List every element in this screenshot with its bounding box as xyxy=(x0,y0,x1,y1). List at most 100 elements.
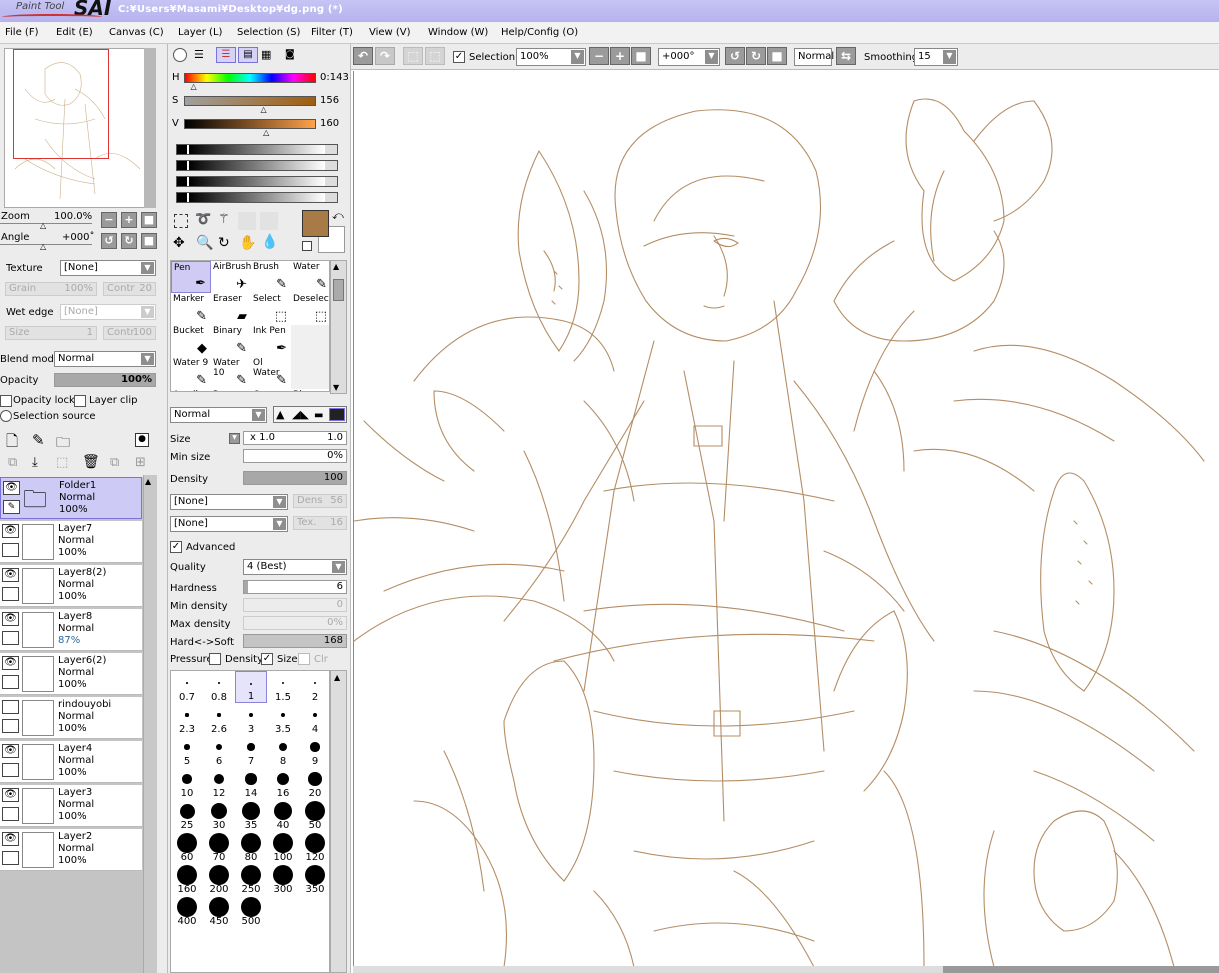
brush-size-preset[interactable]: 4 xyxy=(299,703,331,735)
rotate-right-button[interactable]: ↻ xyxy=(121,233,137,249)
brush-shape-round-icon[interactable]: ◢◣ xyxy=(292,408,309,421)
tool-pen[interactable]: Pen ✒ xyxy=(171,261,211,293)
zoom-select[interactable]: 100% ▼ xyxy=(516,48,586,66)
brush-size-multiplier-button[interactable]: ▼ xyxy=(229,433,240,444)
tool-brush[interactable]: Brush ✎ xyxy=(251,261,291,293)
wetedge-contrast-slider[interactable]: Contr 100 xyxy=(103,326,156,340)
tool-select[interactable]: Select ⬚ xyxy=(251,293,291,325)
intermediate-color-tab-icon[interactable]: ▦ xyxy=(261,48,279,62)
brush-blend-mode-select[interactable]: Normal ▼ xyxy=(170,407,267,423)
brush-size-preset[interactable]: 10 xyxy=(171,767,203,799)
brush-size-preset[interactable]: 1 xyxy=(235,671,267,703)
visibility-eye-icon[interactable]: 👁 xyxy=(2,524,19,538)
layer-row[interactable]: 👁 Layer8(2) Normal 100% xyxy=(0,565,142,607)
layer-link-toggle[interactable] xyxy=(2,675,19,689)
wetedge-size-slider[interactable]: Size 1 xyxy=(5,326,97,340)
selection-visible-checkbox[interactable]: ✓ xyxy=(453,51,465,63)
menu-filter[interactable]: Filter (T) xyxy=(311,27,353,38)
visibility-eye-icon[interactable]: 👁 xyxy=(2,832,19,846)
layer-properties-icon[interactable]: ⊞ xyxy=(135,455,146,470)
hard-soft-slider[interactable]: 168 xyxy=(243,634,347,648)
brush-shape-selector[interactable]: ▲ ◢◣ ▬ xyxy=(273,406,347,423)
visibility-eye-icon[interactable]: 👁 xyxy=(2,568,19,582)
gray-swatch-row-3[interactable] xyxy=(176,176,338,187)
brush-size-preset[interactable]: 1.5 xyxy=(267,671,299,703)
brush-size-preset[interactable]: 2.3 xyxy=(171,703,203,735)
layer-row[interactable]: 👁 Layer2 Normal 100% xyxy=(0,829,142,871)
menu-edit[interactable]: Edit (E) xyxy=(56,27,93,38)
brush-size-preset[interactable]: 8 xyxy=(267,735,299,767)
brush-size-slider[interactable]: x 1.0 1.0 xyxy=(243,431,347,445)
navigator-preview[interactable] xyxy=(4,48,156,208)
tool-ol-water[interactable]: Ol Water ✎ xyxy=(251,357,291,389)
layer-clip-checkbox[interactable] xyxy=(74,395,86,407)
brush-size-preset[interactable]: 500 xyxy=(235,895,267,927)
primary-color-swatch[interactable] xyxy=(302,210,329,237)
wetedge-select[interactable]: [None] ▼ xyxy=(60,304,156,320)
visibility-eye-icon[interactable]: 👁 xyxy=(2,612,19,626)
move-icon[interactable]: ✥ xyxy=(173,235,185,251)
brush-size-preset[interactable]: 70 xyxy=(203,831,235,863)
layer-link-toggle[interactable] xyxy=(2,587,19,601)
angle-select[interactable]: +000° ▼ xyxy=(658,48,720,66)
brush-size-preset[interactable]: 160 xyxy=(171,863,203,895)
brush-size-preset[interactable]: 400 xyxy=(171,895,203,927)
opacity-slider[interactable]: 100% xyxy=(54,373,156,387)
tool-binary[interactable]: Binary ✎ xyxy=(211,325,251,357)
pressure-density-checkbox[interactable] xyxy=(209,653,221,665)
brush-size-preset[interactable]: 2 xyxy=(299,671,331,703)
brush-size-preset[interactable]: 100 xyxy=(267,831,299,863)
max-density-slider[interactable]: 0% xyxy=(243,616,347,630)
toolbar-zoom-in-button[interactable]: + xyxy=(610,47,630,65)
menu-layer[interactable]: Layer (L) xyxy=(178,27,222,38)
menu-window[interactable]: Window (W) xyxy=(428,27,488,38)
layer-row[interactable]: 👁 Layer7 Normal 100% xyxy=(0,521,142,563)
layer-link-toggle[interactable] xyxy=(2,851,19,865)
tool-water-10[interactable]: Water 10 ✎ xyxy=(211,357,251,389)
canvas-horizontal-scrollbar[interactable] xyxy=(353,966,1219,973)
view-mode-select[interactable]: Normal xyxy=(794,48,834,66)
hand-icon[interactable]: ✋ xyxy=(239,235,256,251)
brush-texture-density-slider[interactable]: Dens 56 xyxy=(293,494,347,508)
brush-shape-square-icon[interactable] xyxy=(329,408,345,421)
layer-row[interactable]: 👁 Layer6(2) Normal 100% xyxy=(0,653,142,695)
toolbar-zoom-reset-button[interactable]: ■ xyxy=(631,47,651,65)
menu-selection[interactable]: Selection (S) xyxy=(237,27,300,38)
canvas-scroll-thumb[interactable] xyxy=(943,966,1219,973)
layer-link-toggle[interactable] xyxy=(2,631,19,645)
brush-size-preset[interactable]: 35 xyxy=(235,799,267,831)
layer-link-toggle[interactable] xyxy=(2,807,19,821)
brush-size-preset[interactable]: 200 xyxy=(203,863,235,895)
gray-swatch-row-1[interactable] xyxy=(176,144,338,155)
brush-size-preset[interactable]: 120 xyxy=(299,831,331,863)
value-slider[interactable] xyxy=(184,119,316,129)
brush-size-scrollbar[interactable]: ▲ xyxy=(330,670,347,973)
trash-icon[interactable]: 🗑 xyxy=(82,454,100,470)
rotate-reset-button[interactable]: ■ xyxy=(141,233,157,249)
tool-marker[interactable]: Marker ✎ xyxy=(171,293,211,325)
magic-wand-icon[interactable]: ⚚ xyxy=(218,212,230,227)
toolbar-rotate-right-button[interactable]: ↻ xyxy=(746,47,766,65)
tool-blur[interactable]: Blur xyxy=(291,389,329,391)
brush-size-preset[interactable]: 14 xyxy=(235,767,267,799)
brush-size-preset[interactable]: 60 xyxy=(171,831,203,863)
menu-help-config[interactable]: Help/Config (O) xyxy=(501,27,578,38)
brush-size-preset[interactable]: 6 xyxy=(203,735,235,767)
brush-size-preset[interactable]: 7 xyxy=(235,735,267,767)
merge-down-icon[interactable]: ⬚ xyxy=(56,455,68,470)
hue-marker[interactable]: △ xyxy=(191,82,197,91)
layer-row[interactable]: 👁 Layer4 Normal 100% xyxy=(0,741,142,783)
menu-canvas[interactable]: Canvas (C) xyxy=(109,27,164,38)
texture-contrast-slider[interactable]: Contr 20 xyxy=(103,282,156,296)
grain-slider[interactable]: Grain 100% xyxy=(5,282,97,296)
brush-size-preset[interactable]: 20 xyxy=(299,767,331,799)
brush-texture-1-select[interactable]: [None] ▼ xyxy=(170,494,288,510)
layer-row[interactable]: rindouyobi Normal 100% xyxy=(0,697,142,739)
rotate-icon[interactable]: ↻ xyxy=(218,235,230,251)
gray-swatch-row-2[interactable] xyxy=(176,160,338,171)
tool-grid-scrollbar[interactable]: ▲ ▼ xyxy=(330,260,347,394)
brush-size-preset[interactable]: 3.5 xyxy=(267,703,299,735)
toolbar-rotate-reset-button[interactable]: ■ xyxy=(767,47,787,65)
visibility-eye-icon[interactable]: 👁 xyxy=(3,481,20,495)
min-density-slider[interactable]: 0 xyxy=(243,598,347,612)
